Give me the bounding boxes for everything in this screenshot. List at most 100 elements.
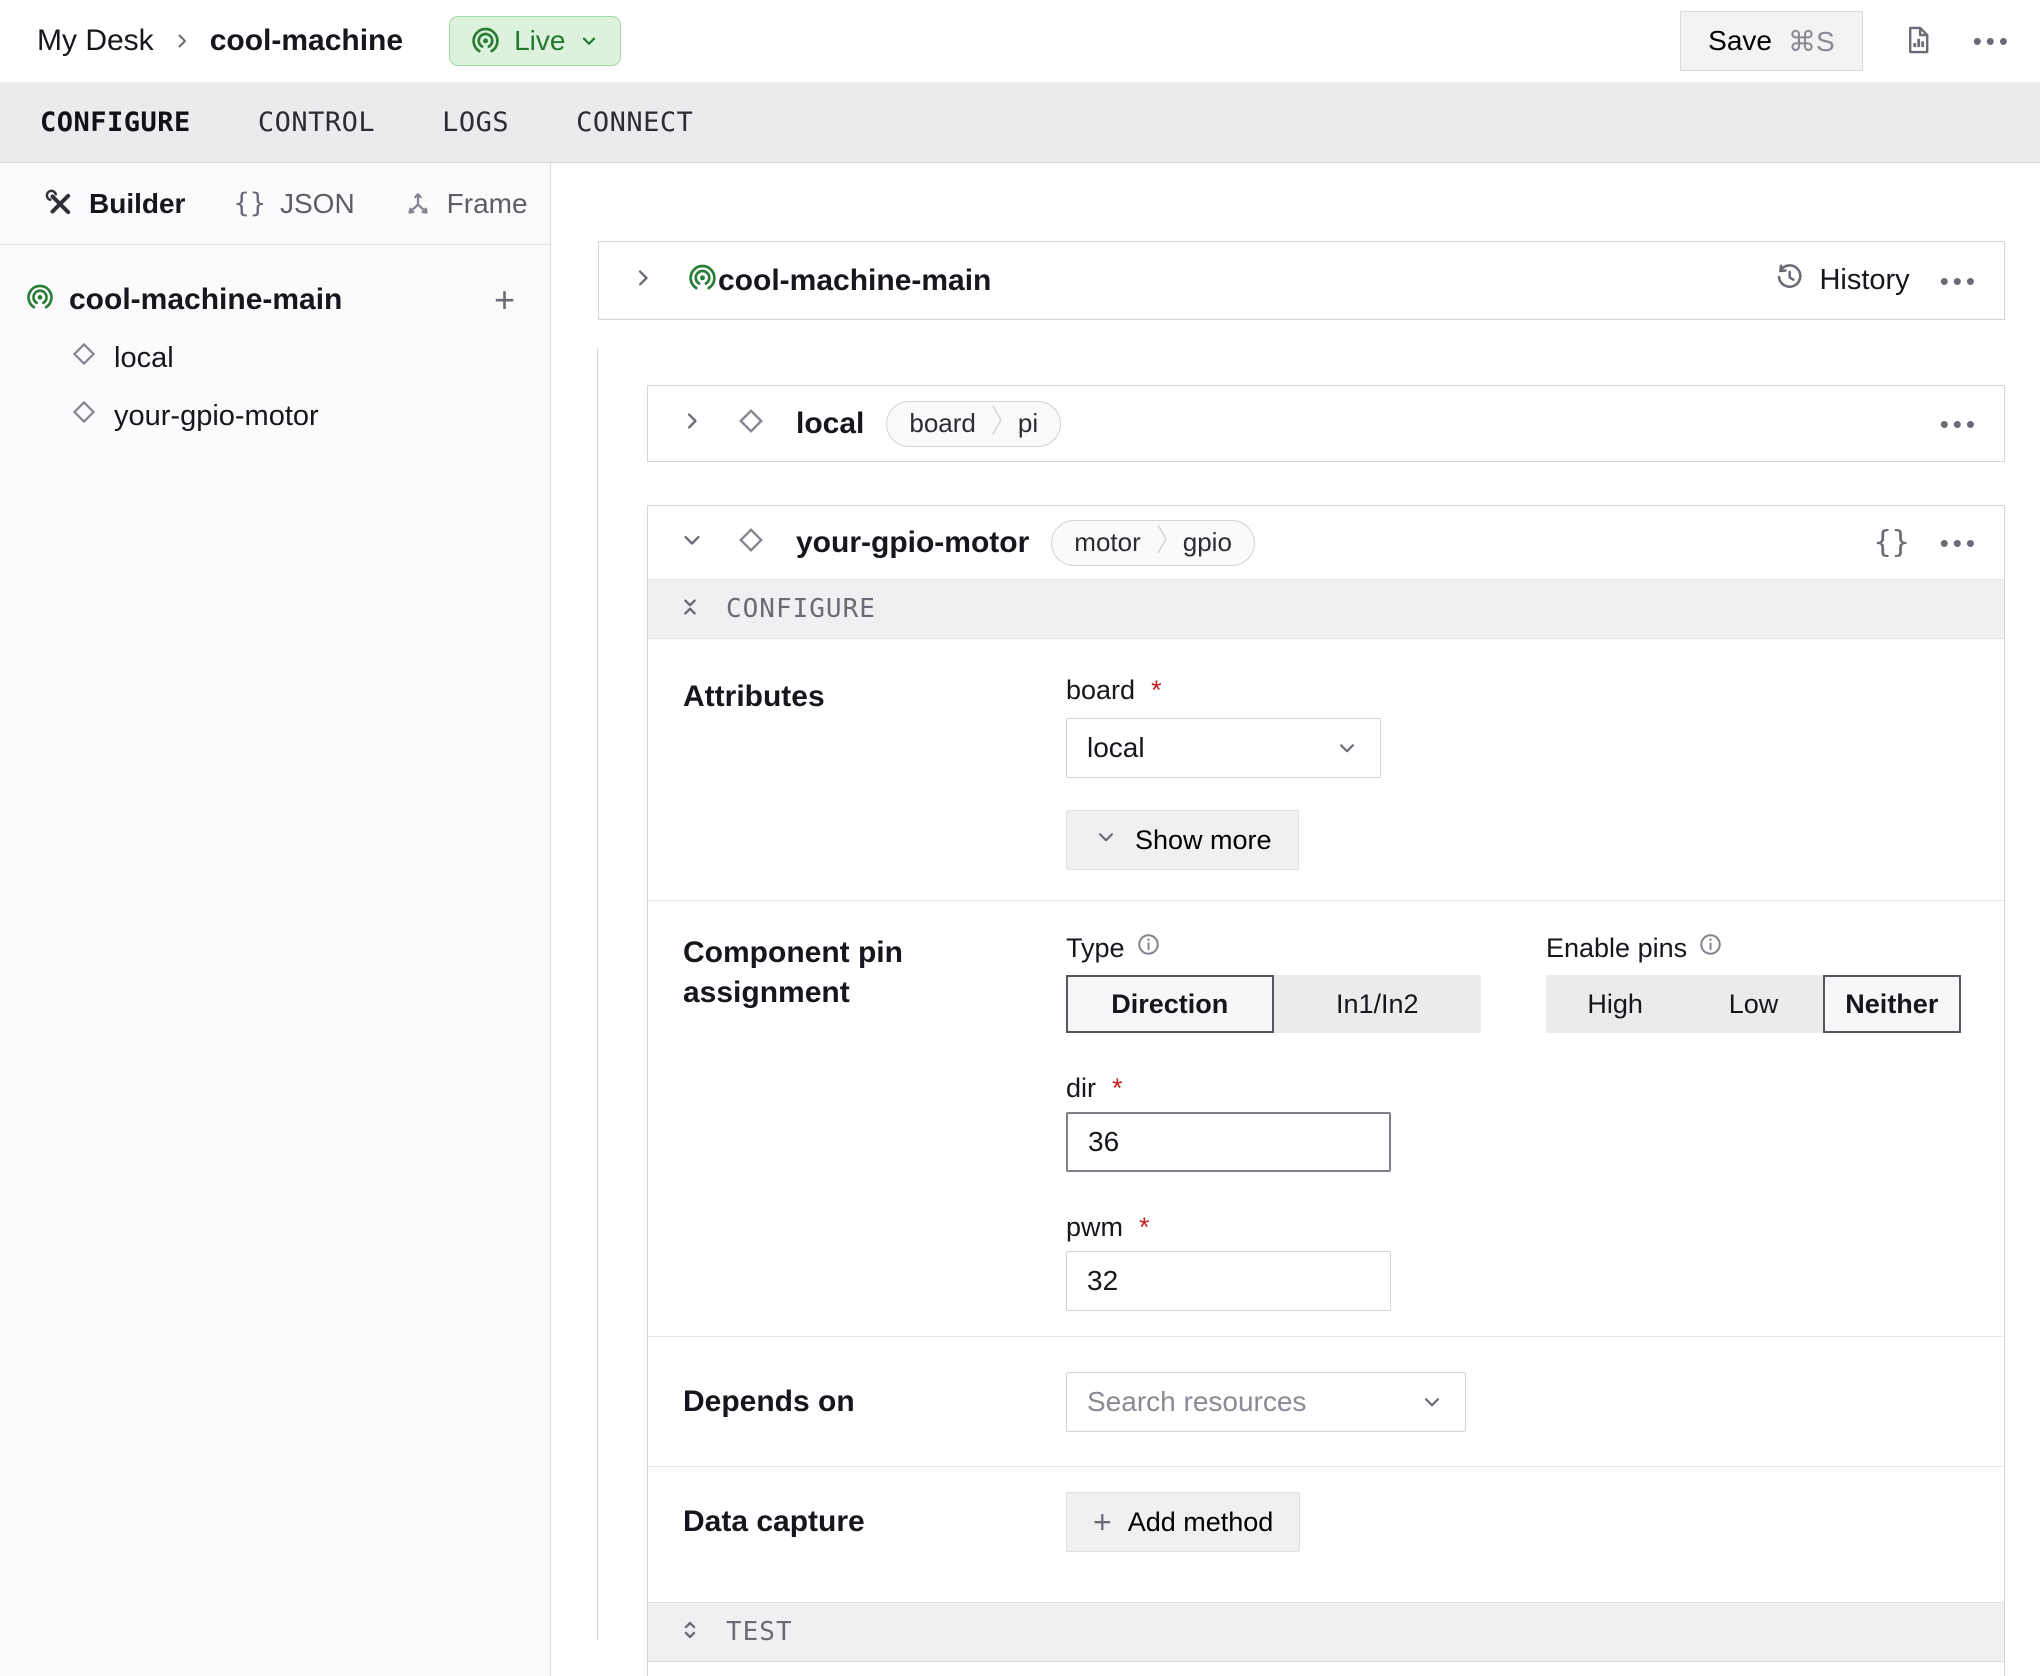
plus-icon: + xyxy=(1093,1506,1112,1538)
board-select[interactable]: local xyxy=(1066,718,1381,778)
tab-logs[interactable]: LOGS xyxy=(442,107,509,138)
collapse-card-button[interactable] xyxy=(678,526,706,559)
data-capture-heading: Data capture xyxy=(683,1502,1066,1542)
mode-json[interactable]: {} JSON xyxy=(233,188,354,220)
live-broadcast-icon xyxy=(25,283,55,318)
tree-item-machine-part[interactable]: cool-machine-main + xyxy=(0,271,550,329)
breadcrumb-parent[interactable]: My Desk xyxy=(37,24,154,58)
resource-type-tag: motor gpio xyxy=(1051,520,1255,566)
add-method-label: Add method xyxy=(1128,1507,1274,1538)
tab-control[interactable]: CONTROL xyxy=(258,107,375,138)
show-more-button[interactable]: Show more xyxy=(1066,810,1299,870)
depends-on-section: Depends on Search resources xyxy=(648,1336,2004,1466)
configure-section-label: CONFIGURE xyxy=(726,594,876,624)
diamond-icon xyxy=(736,406,766,441)
enable-pins-toggle: High Low Neither xyxy=(1546,975,1961,1033)
machine-report-button[interactable] xyxy=(1901,23,1935,60)
pin-assignment-section: Component pin assignment Type xyxy=(648,900,2004,1336)
resource-title: your-gpio-motor xyxy=(796,526,1029,560)
edit-json-button[interactable]: {} xyxy=(1874,525,1910,560)
local-board-more-menu[interactable]: ••• xyxy=(1940,411,1979,437)
save-shortcut: ⌘S xyxy=(1788,25,1835,58)
tree-item-local[interactable]: local xyxy=(0,329,550,387)
gpio-motor-card-header: your-gpio-motor motor gpio {} ••• xyxy=(648,506,2004,579)
frame-axes-icon xyxy=(403,189,433,219)
ellipsis-icon: ••• xyxy=(1940,530,1979,556)
status-label: Live xyxy=(514,25,565,57)
breadcrumb: My Desk cool-machine xyxy=(37,24,403,58)
tab-configure[interactable]: CONFIGURE xyxy=(40,107,191,138)
tag-type: motor xyxy=(1052,521,1156,565)
gpio-motor-more-menu[interactable]: ••• xyxy=(1940,530,1979,556)
history-label: History xyxy=(1819,264,1909,297)
enable-option-high[interactable]: High xyxy=(1546,975,1684,1033)
ellipsis-icon: ••• xyxy=(1973,28,2012,54)
tag-model: pi xyxy=(1004,402,1060,446)
depends-on-heading: Depends on xyxy=(683,1382,1066,1422)
pin-assignment-heading: Component pin assignment xyxy=(683,931,1066,1311)
machine-tabbar: CONFIGURE CONTROL LOGS CONNECT xyxy=(0,82,2040,163)
live-broadcast-icon xyxy=(470,26,501,57)
wrench-icon xyxy=(45,189,75,219)
dir-pin-input[interactable] xyxy=(1066,1112,1391,1172)
mode-builder-label: Builder xyxy=(89,188,185,220)
history-button[interactable]: History xyxy=(1773,261,1909,301)
expand-card-button[interactable] xyxy=(678,407,706,440)
info-icon[interactable] xyxy=(1135,931,1162,965)
config-sidebar: Builder {} JSON Frame xyxy=(0,163,551,1676)
machine-part-card: cool-machine-main History ••• xyxy=(598,241,2005,320)
save-button[interactable]: Save ⌘S xyxy=(1680,11,1863,71)
mode-json-label: JSON xyxy=(280,188,355,220)
ellipsis-icon: ••• xyxy=(1940,268,1979,294)
chevron-down-icon xyxy=(1334,735,1360,761)
type-option-direction[interactable]: Direction xyxy=(1066,975,1274,1033)
add-component-button[interactable]: + xyxy=(494,282,515,318)
expand-card-button[interactable] xyxy=(629,264,657,297)
tree-item-your-gpio-motor[interactable]: your-gpio-motor xyxy=(0,387,550,445)
attributes-section: Attributes board* local xyxy=(648,639,2004,900)
enable-option-low[interactable]: Low xyxy=(1684,975,1822,1033)
view-mode-switcher: Builder {} JSON Frame xyxy=(0,163,550,245)
add-method-button[interactable]: + Add method xyxy=(1066,1492,1300,1552)
machine-name: cool-machine xyxy=(210,24,403,58)
configure-section-bar[interactable]: CONFIGURE xyxy=(648,579,2004,639)
history-icon xyxy=(1773,261,1805,301)
tree-root-label: cool-machine-main xyxy=(69,283,342,317)
mode-builder[interactable]: Builder xyxy=(45,188,185,220)
board-select-value: local xyxy=(1087,732,1145,764)
expand-vertical-icon xyxy=(676,1616,704,1649)
show-more-label: Show more xyxy=(1135,825,1272,856)
info-icon[interactable] xyxy=(1697,931,1724,965)
tree-item-label: your-gpio-motor xyxy=(114,400,319,433)
braces-icon: {} xyxy=(1874,525,1910,560)
pwm-pin-input[interactable] xyxy=(1066,1251,1391,1311)
diamond-icon xyxy=(736,525,766,560)
enable-option-neither[interactable]: Neither xyxy=(1823,975,1961,1033)
app-window: My Desk cool-machine Live Save ⌘S xyxy=(0,0,2040,1676)
machine-part-title: cool-machine-main xyxy=(718,264,991,298)
pwm-field-label: pwm* xyxy=(1066,1212,1961,1243)
test-section-bar[interactable]: TEST xyxy=(648,1602,2004,1662)
machine-status-dropdown[interactable]: Live xyxy=(449,16,621,66)
machine-part-more-menu[interactable]: ••• xyxy=(1940,268,1979,294)
depends-on-select[interactable]: Search resources xyxy=(1066,1372,1466,1432)
tag-divider-chevron xyxy=(1157,520,1169,566)
depends-on-placeholder: Search resources xyxy=(1087,1386,1306,1418)
chevron-down-icon xyxy=(1093,824,1119,857)
attributes-heading: Attributes xyxy=(683,675,1066,870)
mode-frame-label: Frame xyxy=(447,188,528,220)
collapse-vertical-icon xyxy=(676,593,704,626)
chevron-down-icon xyxy=(1419,1389,1445,1415)
file-chart-icon xyxy=(1901,23,1935,60)
mode-frame[interactable]: Frame xyxy=(403,188,528,220)
data-capture-section: Data capture + Add method xyxy=(648,1466,2004,1602)
header-more-menu-button[interactable]: ••• xyxy=(1973,28,2012,54)
tab-connect[interactable]: CONNECT xyxy=(576,107,693,138)
header-actions: Save ⌘S ••• xyxy=(1680,11,2012,71)
config-canvas: cool-machine-main History ••• xyxy=(551,163,2040,1676)
chevron-right-icon xyxy=(170,29,194,53)
dir-field-label: dir* xyxy=(1066,1073,1961,1104)
chevron-down-icon xyxy=(578,30,600,52)
tree-connector-line xyxy=(597,348,598,1640)
type-option-in1in2[interactable]: In1/In2 xyxy=(1274,975,1482,1033)
